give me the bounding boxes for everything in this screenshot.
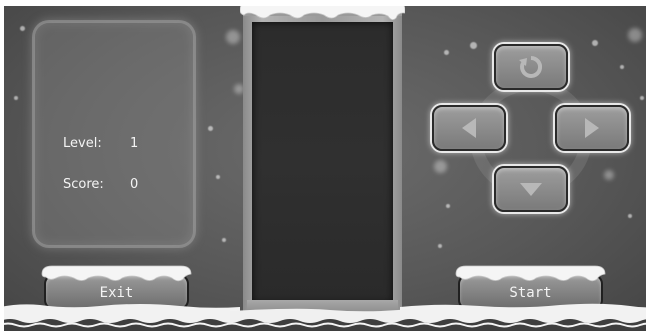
exit-snow-cap: [41, 265, 192, 282]
right-margin: [646, 0, 652, 331]
score-value: 0: [130, 177, 139, 192]
move-right-button[interactable]: [555, 105, 629, 151]
level-value: 1: [130, 136, 139, 151]
move-left-button[interactable]: [432, 105, 506, 151]
stats-panel: Level: 1 Score: 0: [35, 23, 193, 245]
move-down-button[interactable]: [494, 166, 568, 212]
left-margin: [0, 0, 4, 331]
game-board[interactable]: [252, 22, 393, 303]
game-scene: Level: 1 Score: 0 Exit Start: [0, 0, 652, 331]
rotate-icon: [519, 55, 543, 78]
score-row: Score: 0: [63, 177, 138, 192]
arrow-left-icon: [462, 118, 476, 138]
arrow-right-icon: [585, 118, 599, 138]
level-label: Level:: [63, 136, 102, 151]
top-margin: [0, 0, 652, 6]
start-snow-cap: [455, 265, 606, 282]
snow-ground: [0, 303, 652, 331]
rotate-button[interactable]: [494, 44, 568, 90]
level-row: Level: 1: [63, 136, 138, 151]
score-label: Score:: [63, 177, 104, 192]
arrow-down-icon: [520, 183, 542, 196]
